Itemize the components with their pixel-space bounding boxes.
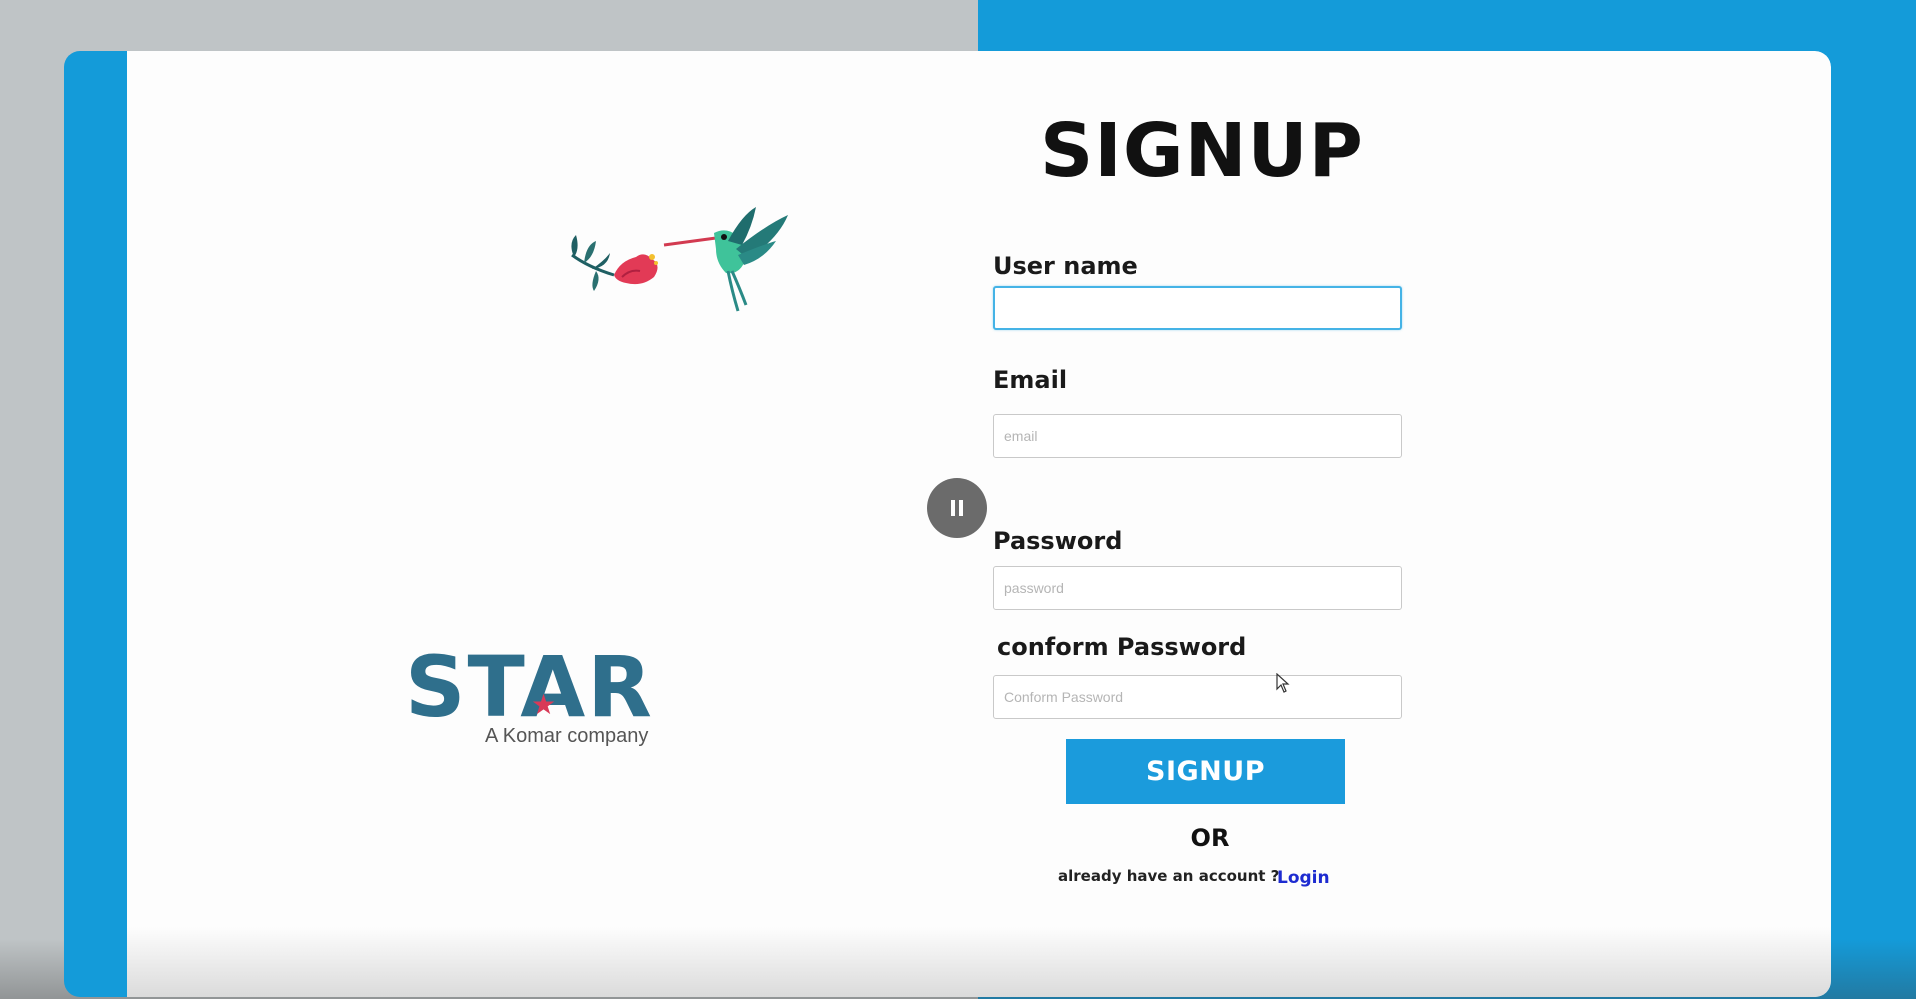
or-divider: OR	[1190, 824, 1230, 852]
login-link[interactable]: Login	[1277, 868, 1330, 888]
password-label: Password	[993, 527, 1123, 555]
already-have-account-text: already have an account ?	[1058, 867, 1280, 885]
pause-icon[interactable]	[927, 478, 987, 538]
card-shade	[127, 927, 1831, 997]
email-field[interactable]	[993, 414, 1402, 458]
email-label: Email	[993, 366, 1068, 394]
logo-subtitle: A Komar company	[485, 725, 649, 747]
hummingbird-flower-icon	[571, 207, 788, 312]
mouse-cursor-icon	[1276, 673, 1290, 693]
brand-logo: STAR ★ A Komar company	[405, 638, 654, 747]
signup-button[interactable]: SIGNUP	[1066, 739, 1345, 804]
page-title: SIGNUP	[1040, 108, 1364, 194]
username-field[interactable]	[993, 286, 1402, 330]
confirm-password-label: conform Password	[997, 633, 1247, 661]
logo-star-icon: ★	[531, 689, 557, 720]
logo-text: STAR	[405, 638, 654, 736]
username-label: User name	[993, 252, 1138, 280]
confirm-password-field[interactable]	[993, 675, 1402, 719]
password-field[interactable]	[993, 566, 1402, 610]
